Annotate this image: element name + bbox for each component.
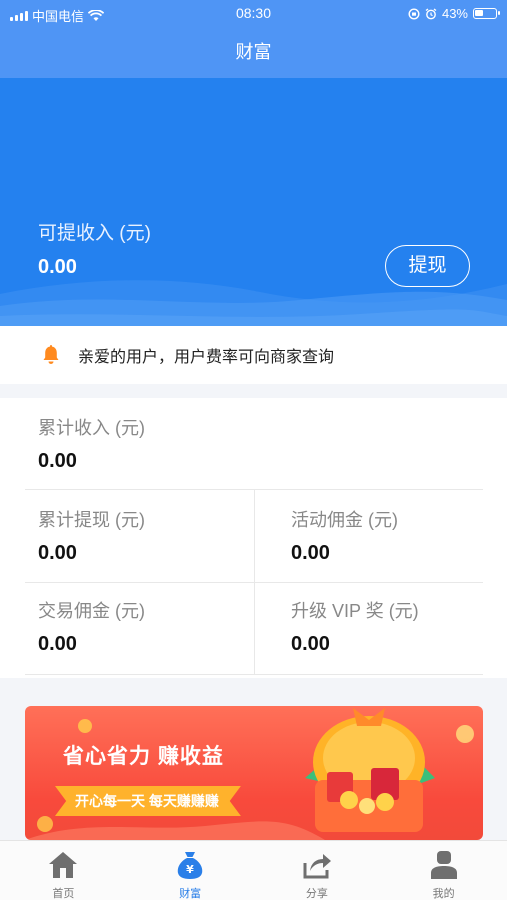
stats-panel: 累计收入 (元) 0.00 累计提现 (元) 0.00 活动佣金 (元) 0.0…: [0, 398, 507, 678]
tab-bar: 首页 ¥ 财富 分享 我的: [0, 840, 507, 900]
divider: [254, 490, 255, 674]
battery-fill: [475, 10, 483, 16]
balance-card: 可提收入 (元) 0.00 提现: [0, 78, 507, 326]
stat-label: 累计提现 (元): [38, 510, 145, 530]
stat-label: 交易佣金 (元): [38, 601, 145, 621]
stat-value: 0.00: [38, 450, 77, 472]
tab-share[interactable]: 分享: [254, 841, 381, 900]
tab-label: 财富: [179, 888, 202, 900]
tab-label: 我的: [432, 888, 455, 900]
withdrawable-label: 可提收入 (元): [38, 223, 151, 244]
stat-total-withdrawn: 累计提现 (元) 0.00: [38, 506, 145, 565]
stat-value: 0.00: [38, 542, 77, 564]
rotation-lock-icon: [408, 7, 420, 20]
stat-total-income: 累计收入 (元) 0.00: [38, 414, 145, 473]
stat-value: 0.00: [291, 633, 330, 655]
banner-slogan: 开心每一天 每天赚赚赚: [55, 786, 241, 816]
notice-text: 亲爱的用户，用户费率可向商家查询: [78, 349, 335, 366]
svg-text:¥: ¥: [186, 863, 194, 876]
notice-bar[interactable]: 亲爱的用户，用户费率可向商家查询: [0, 326, 507, 384]
user-icon: [430, 851, 457, 879]
tab-home[interactable]: 首页: [0, 841, 127, 900]
withdraw-button[interactable]: 提现: [385, 245, 470, 287]
share-icon: [303, 854, 331, 879]
stat-value: 0.00: [291, 542, 330, 564]
gift-box-illustration: [305, 708, 435, 832]
alarm-icon: [425, 7, 437, 19]
promo-banner[interactable]: 省心省力 赚收益 开心每一天 每天赚赚赚: [25, 706, 483, 840]
stat-trade-commission: 交易佣金 (元) 0.00: [38, 597, 145, 656]
tab-mine[interactable]: 我的: [380, 841, 507, 900]
divider: [25, 674, 483, 675]
status-right: 43%: [408, 6, 500, 21]
tab-label: 首页: [52, 888, 75, 900]
stat-label: 活动佣金 (元): [291, 510, 398, 530]
page-title: 财富: [235, 42, 272, 62]
battery-percent: 43%: [441, 6, 468, 21]
nav-bar: 财富: [0, 30, 507, 78]
battery-icon: [473, 8, 500, 19]
status-bar: 中国电信 08:30 43%: [0, 0, 507, 30]
home-icon: [49, 852, 78, 878]
withdrawable-amount: 0.00: [38, 256, 77, 278]
banner-title: 省心省力 赚收益: [63, 745, 224, 768]
stat-label: 累计收入 (元): [38, 418, 145, 438]
bell-icon: [43, 345, 59, 364]
stat-label: 升级 VIP 奖 (元): [291, 601, 419, 621]
tab-wealth[interactable]: ¥ 财富: [127, 841, 254, 900]
tab-label: 分享: [305, 888, 328, 900]
stat-activity-commission: 活动佣金 (元) 0.00: [291, 506, 398, 565]
stat-value: 0.00: [38, 633, 77, 655]
money-bag-icon: ¥: [177, 852, 203, 879]
stat-vip-bonus: 升级 VIP 奖 (元) 0.00: [291, 597, 419, 656]
